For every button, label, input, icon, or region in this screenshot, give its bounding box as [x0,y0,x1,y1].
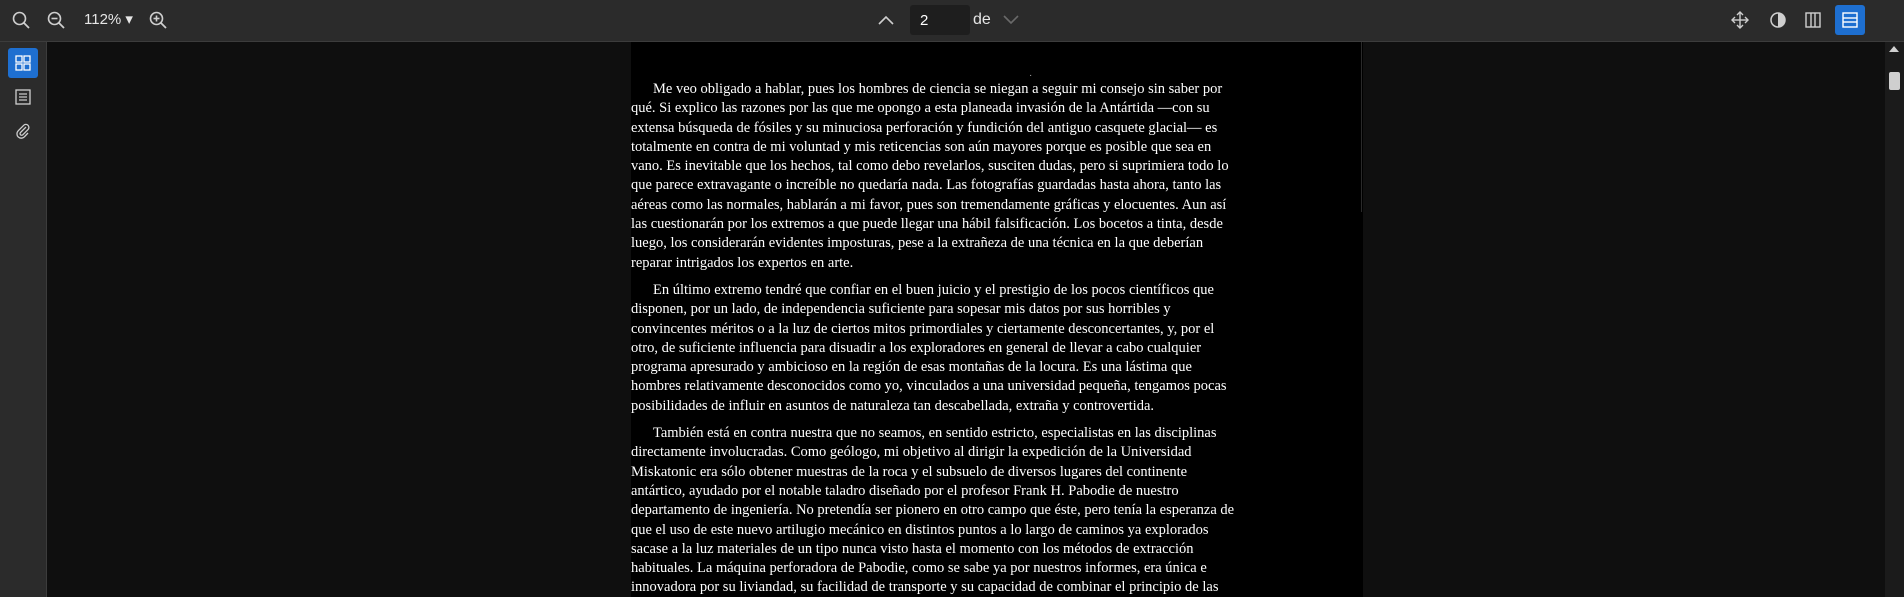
text-line: hombres relativamente desconocidos como … [631,378,1227,395]
text-line: vano. Es inevitable que los hechos, tal … [631,158,1229,175]
previous-page-icon[interactable] [875,6,897,34]
document-viewer[interactable]: · Me veo obligado a hablar, pues los hom… [47,42,1885,597]
text-line: Me veo obligado a hablar, pues los hombr… [653,81,1223,97]
text-line: reparar intrigados los expertos en arte. [631,254,854,271]
attachments-icon[interactable] [8,116,38,146]
text-line: disponen, por un lado, de independencia … [631,301,1171,318]
scroll-up-arrow-icon[interactable] [1889,46,1899,52]
text-line: innovadora por su liviandad, su facilida… [631,579,1219,596]
text-line: directamente involucradas. Como geólogo,… [631,444,1192,461]
page-top-mark: · [1029,70,1033,81]
text-line: otro, de suficiente influencia para disu… [631,339,1202,356]
paragraph: Me veo obligado a hablar, pues los hombr… [631,80,1631,273]
text-line: También está en contra nuestra que no se… [653,425,1217,442]
text-line: habituales. La máquina perforadora de Pa… [631,560,1207,577]
text-line: que el uso de este nuevo artilugio mecán… [631,521,1209,538]
theme-icon[interactable] [1766,6,1790,34]
text-line: que parece extravagante o increíble no q… [631,177,1222,194]
left-sidebar [0,42,47,597]
text-line: convincentes méritos o a la luz de ciert… [631,320,1215,337]
page-number-input[interactable] [910,5,970,35]
text-line: aéreas como las normales, hablarán a mi … [631,196,1227,213]
thumbnails-icon[interactable] [8,48,38,78]
paragraph: También está en contra nuestra que no se… [631,424,1631,597]
text-line: sacase a la luz materiales de un tipo nu… [631,540,1194,557]
text-line: extensa búsqueda de fósiles y su minucio… [631,119,1218,136]
next-page-icon[interactable] [1000,6,1022,34]
scroll-thumb[interactable] [1889,72,1900,90]
text-line: posibilidades de influir en asuntos de n… [631,397,1155,414]
text-line: En último extremo tendré que confiar en … [653,281,1214,298]
outline-icon[interactable] [8,82,38,112]
zoom-out-icon[interactable] [44,6,68,34]
text-line: totalmente en contra de mi voluntad y mi… [631,138,1212,155]
text-line: Miskatonic era sólo obtener muestras de … [631,463,1188,480]
top-toolbar: 112% ▾ de [0,0,1904,42]
search-icon[interactable] [10,6,32,34]
scroll-view-icon[interactable] [1835,5,1865,35]
text-line: luego, los considerarán evidentes impost… [631,235,1204,252]
page-text: Me veo obligado a hablar, pues los hombr… [631,80,1631,597]
paragraph: En último extremo tendré que confiar en … [631,281,1631,416]
text-line: programa apresurado y ambicioso en la re… [631,359,1192,376]
text-line: departamento de ingeniería. No pretendía… [631,502,1235,519]
text-line: qué. Si explico las razones por las que … [631,100,1210,117]
two-page-view-icon[interactable] [1800,6,1826,34]
vertical-scrollbar[interactable] [1885,42,1904,597]
text-line: antártico, ayudado por el notable taladr… [631,482,1179,499]
pdf-page: · Me veo obligado a hablar, pues los hom… [631,42,1363,597]
pan-tool-icon[interactable] [1728,6,1752,34]
zoom-select[interactable]: 112% ▾ [84,10,133,28]
zoom-in-icon[interactable] [146,6,170,34]
page-of-label: de [973,11,991,28]
text-line: las cuestionarán por los extremos a que … [631,216,1223,233]
